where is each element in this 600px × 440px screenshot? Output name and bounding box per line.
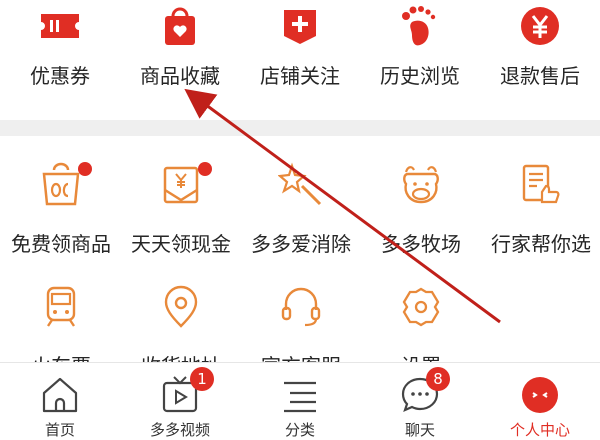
video-badge: 1 xyxy=(190,367,214,391)
location-pin-icon xyxy=(158,284,204,330)
tab-video[interactable]: 1 多多视频 xyxy=(120,363,240,440)
history-shortcut[interactable]: 历史浏览 xyxy=(360,0,480,110)
new-dot xyxy=(78,162,92,176)
favorites-shortcut[interactable]: 商品收藏 xyxy=(120,0,240,110)
coupons-shortcut[interactable]: 优惠券 xyxy=(0,0,120,110)
yen-coin-icon xyxy=(518,4,562,48)
thumbs-up-doc-icon xyxy=(518,162,564,208)
tab-category-label: 分类 xyxy=(284,421,315,439)
tools-grid: 免费领商品 天天领现金 多多爱消除 多多牧场 行家帮你选 xyxy=(0,136,600,364)
followed-stores-label: 店铺关注 xyxy=(260,64,340,88)
chat-badge: 8 xyxy=(426,367,450,391)
daily-cash-item[interactable]: 天天领现金 xyxy=(120,136,242,256)
tab-video-label: 多多视频 xyxy=(149,421,210,439)
tab-profile[interactable]: 个人中心 xyxy=(480,363,600,440)
tab-profile-label: 个人中心 xyxy=(509,421,570,439)
match-game-label: 多多爱消除 xyxy=(251,232,351,256)
footprint-icon xyxy=(398,4,442,48)
shopping-bag-heart-icon xyxy=(158,4,202,48)
free-goods-item[interactable]: 免费领商品 xyxy=(0,136,122,256)
address-item[interactable]: 收货地址 xyxy=(120,258,242,364)
tab-category[interactable]: 分类 xyxy=(240,363,360,440)
home-icon xyxy=(40,375,80,415)
tab-chat[interactable]: 8 聊天 xyxy=(360,363,480,440)
headset-icon xyxy=(278,284,324,330)
expert-pick-label: 行家帮你选 xyxy=(491,232,591,256)
cow-icon xyxy=(398,162,444,208)
tab-home[interactable]: 首页 xyxy=(0,363,120,440)
store-plus-icon xyxy=(278,4,322,48)
history-label: 历史浏览 xyxy=(380,64,460,88)
free-goods-label: 免费领商品 xyxy=(11,232,111,256)
gear-icon xyxy=(398,284,444,330)
coupons-label: 优惠券 xyxy=(30,64,90,88)
settings-item[interactable]: 设置 xyxy=(360,258,482,364)
top-shortcut-row: 优惠券 商品收藏 店铺关注 历史浏览 退款售后 xyxy=(0,0,600,110)
favorites-label: 商品收藏 xyxy=(140,64,220,88)
bottom-tab-bar: 首页 1 多多视频 分类 8 聊天 个人中心 xyxy=(0,362,600,440)
customer-service-item[interactable]: 官方客服 xyxy=(240,258,362,364)
followed-stores-shortcut[interactable]: 店铺关注 xyxy=(240,0,360,110)
expert-pick-item[interactable]: 行家帮你选 xyxy=(480,136,600,256)
refund-shortcut[interactable]: 退款售后 xyxy=(480,0,600,110)
new-dot xyxy=(198,162,212,176)
profile-face-icon xyxy=(520,375,560,415)
daily-cash-label: 天天领现金 xyxy=(131,232,231,256)
list-icon xyxy=(280,375,320,415)
match-game-item[interactable]: 多多爱消除 xyxy=(240,136,362,256)
section-divider xyxy=(0,120,600,136)
train-tickets-item[interactable]: 火车票 xyxy=(0,258,122,364)
tab-chat-label: 聊天 xyxy=(404,421,435,439)
ticket-icon xyxy=(38,4,82,48)
refund-label: 退款售后 xyxy=(500,64,580,88)
tab-home-label: 首页 xyxy=(44,421,75,439)
ranch-label: 多多牧场 xyxy=(381,232,461,256)
train-icon xyxy=(38,284,84,330)
star-wand-icon xyxy=(278,162,324,208)
ranch-item[interactable]: 多多牧场 xyxy=(360,136,482,256)
